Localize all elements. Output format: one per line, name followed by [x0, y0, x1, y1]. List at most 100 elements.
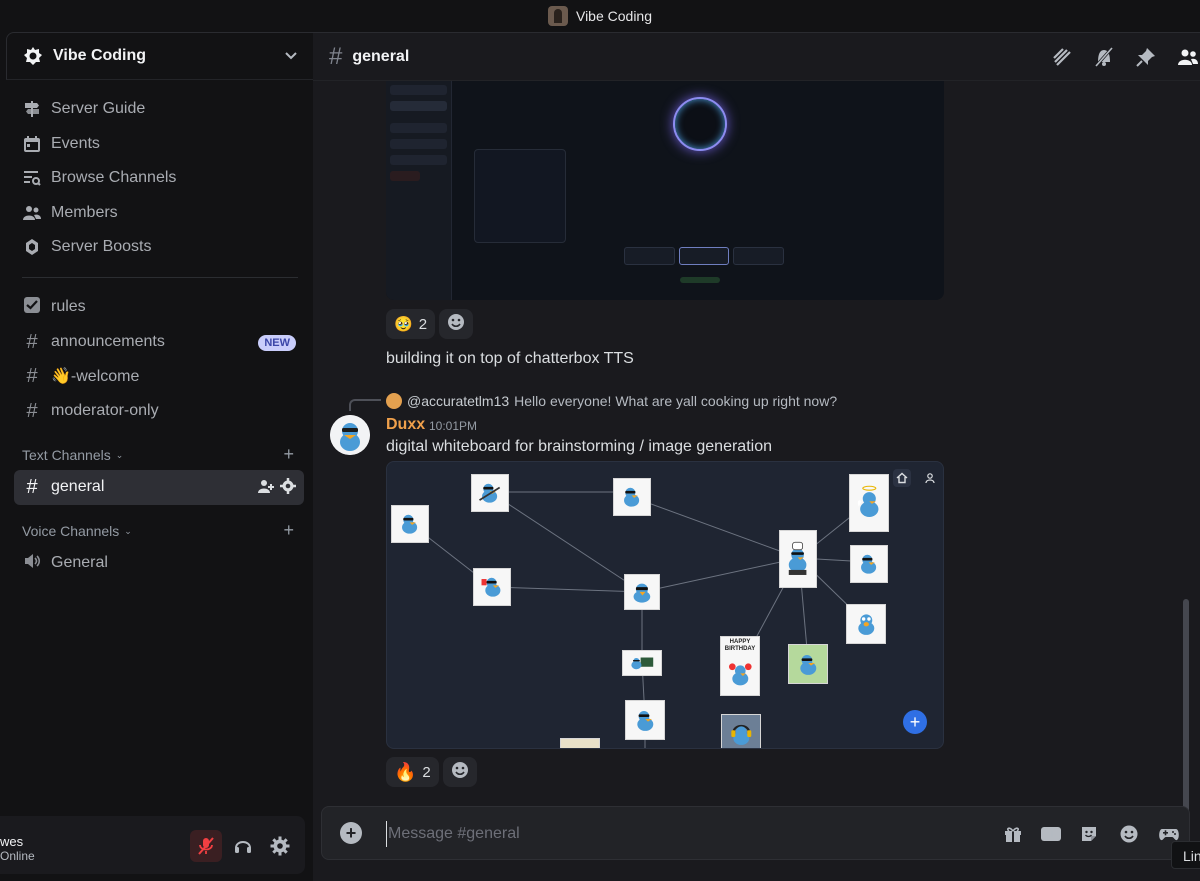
category-text-channels[interactable]: Text Channels ⌄ + [14, 440, 304, 470]
whiteboard-image-attachment[interactable]: HAPPY BIRTHDAY + [386, 461, 944, 749]
channel-moderator-only[interactable]: # moderator-only [14, 394, 304, 429]
sticker-icon[interactable] [1077, 822, 1101, 846]
message-input[interactable] [386, 821, 946, 847]
duck-image-node[interactable] [788, 644, 828, 684]
duck-image-node[interactable] [391, 505, 429, 543]
invite-icon[interactable] [258, 478, 274, 499]
duck-image-node[interactable] [625, 700, 665, 740]
gear-icon [270, 836, 290, 856]
hash-icon: # [26, 365, 38, 388]
headphones-icon [235, 841, 251, 853]
browse-icon [22, 168, 42, 188]
category-voice-channels[interactable]: Voice Channels ⌄ + [14, 516, 304, 546]
guild-header[interactable]: Vibe Coding [6, 32, 313, 80]
message-composer: + GIF [321, 806, 1190, 860]
pin-icon[interactable] [1134, 45, 1158, 69]
channel-actions [258, 478, 296, 499]
chevron-down-icon [285, 49, 297, 63]
gear-icon[interactable] [280, 478, 296, 499]
scrollbar[interactable] [1183, 599, 1189, 833]
birthday-duck-node[interactable]: HAPPY BIRTHDAY [720, 636, 760, 696]
window-title: Vibe Coding [575, 8, 653, 24]
channel-rules[interactable]: rules [14, 290, 304, 325]
avatar[interactable] [330, 415, 370, 455]
nav-members[interactable]: Members [14, 196, 304, 231]
message-author[interactable]: Duxx [386, 416, 425, 434]
threads-icon[interactable] [1050, 45, 1074, 69]
voice-channels-section: Voice Channels ⌄ + General [14, 516, 304, 581]
home-icon[interactable] [893, 469, 911, 487]
gift-icon[interactable] [1001, 822, 1025, 846]
guild-name: Vibe Coding [53, 47, 147, 64]
create-channel-icon[interactable]: + [283, 444, 294, 465]
channel-announcements[interactable]: # announcements NEW [14, 325, 304, 360]
reply-mention[interactable]: @accuratetlm13 [407, 393, 509, 409]
reaction-pleading[interactable]: 🥹 2 [386, 309, 436, 339]
notifications-muted-icon[interactable] [1092, 45, 1116, 69]
chevron-down-icon: ⌄ [115, 449, 124, 460]
deafen-button[interactable] [227, 830, 259, 862]
duck-image-node[interactable] [846, 604, 886, 644]
duck-image-node[interactable] [471, 474, 509, 512]
channel-welcome[interactable]: # 👋-welcome [14, 359, 304, 394]
reaction-bar: 🔥 2 [386, 757, 477, 787]
duck-image-node[interactable] [850, 545, 888, 583]
chevron-down-icon: ⌄ [124, 525, 132, 536]
calendar-icon [22, 134, 42, 154]
duck-image-node[interactable] [473, 568, 511, 606]
nav-label: Browse Channels [51, 169, 177, 187]
reply-avatar [386, 393, 402, 409]
sidebar-divider [22, 277, 298, 278]
upload-plus-button[interactable]: + [340, 822, 362, 844]
hash-icon: # [26, 330, 38, 353]
category-label: Text Channels [22, 447, 111, 463]
emoji-icon[interactable] [1117, 822, 1141, 846]
reaction-fire[interactable]: 🔥 2 [386, 757, 439, 787]
channel-header: # general [313, 33, 1200, 81]
title-bar: Vibe Coding [0, 0, 1200, 32]
fire-icon: 🔥 [394, 761, 417, 782]
channel-label: rules [51, 298, 86, 316]
duck-image-node[interactable] [849, 474, 889, 532]
nav-browse-channels[interactable]: Browse Channels [14, 161, 304, 196]
duck-image-node[interactable] [721, 714, 761, 748]
message-text: digital whiteboard for brainstorming / i… [386, 438, 772, 455]
duck-image-node[interactable] [624, 574, 660, 610]
photo-node[interactable] [560, 738, 600, 748]
duck-image-node[interactable] [622, 650, 662, 676]
channel-general[interactable]: # general [14, 470, 304, 505]
user-name[interactable]: wes [0, 834, 23, 849]
channel-list-top: rules # announcements NEW # 👋-welcome # … [14, 290, 304, 428]
gif-icon[interactable]: GIF [1041, 827, 1061, 841]
voice-orb [673, 97, 727, 151]
nav-label: Server Guide [51, 100, 146, 118]
nav-events[interactable]: Events [14, 127, 304, 162]
create-channel-icon[interactable]: + [283, 520, 294, 541]
text-channels-section: Text Channels ⌄ + # general [14, 440, 304, 505]
voice-channel-general[interactable]: General [14, 546, 304, 581]
member-list-icon[interactable] [1176, 45, 1200, 69]
add-node-button[interactable]: + [903, 710, 927, 734]
birthday-card-text: HAPPY BIRTHDAY [724, 639, 756, 652]
add-reaction-button[interactable] [442, 757, 477, 787]
user-settings-button[interactable] [264, 830, 296, 862]
reply-preview[interactable]: @accuratetlm13 Hello everyone! What are … [386, 393, 837, 409]
locked-hash-icon: # [26, 399, 38, 422]
add-emoji-icon [446, 312, 466, 336]
server-avatar-icon [547, 6, 568, 26]
channel-label: General [51, 554, 108, 572]
duck-image-node[interactable] [779, 530, 817, 588]
add-reaction-button[interactable] [439, 309, 474, 339]
pleading-face-icon: 🥹 [394, 316, 413, 333]
message-timestamp: 10:01PM [429, 419, 478, 433]
nav-label: Events [51, 134, 100, 152]
hash-icon: # [329, 42, 343, 70]
channel-sidebar: Vibe Coding Server Guide Events Browse C… [0, 32, 313, 881]
signpost-icon [22, 99, 42, 119]
message-image-attachment[interactable] [386, 81, 944, 300]
duck-image-node[interactable] [613, 478, 651, 516]
nav-server-guide[interactable]: Server Guide [14, 92, 304, 127]
nav-server-boosts[interactable]: Server Boosts [14, 230, 304, 265]
mute-mic-button[interactable] [190, 830, 222, 862]
user-icon[interactable] [921, 469, 939, 487]
